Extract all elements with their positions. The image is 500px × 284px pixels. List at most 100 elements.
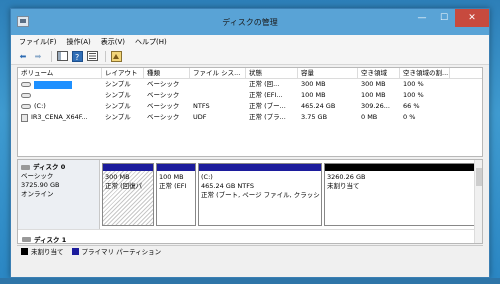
volume-type: ベーシック: [147, 113, 180, 121]
volume-free-percent: 0 %: [403, 113, 416, 121]
volume-capacity: 465.24 GB: [301, 102, 336, 110]
volume-free-percent: 66 %: [403, 102, 420, 110]
partition-efi[interactable]: 100 MB 正常 (EFI: [156, 163, 196, 226]
partition-recovery[interactable]: 300 MB 正常 (回復パ: [102, 163, 154, 226]
volume-capacity: 3.75 GB: [301, 113, 328, 121]
volume-free-percent: 100 %: [403, 91, 424, 99]
volume-name: IR3_CENA_X64F...: [31, 113, 88, 121]
volume-row[interactable]: シンプル ベーシック 正常 (回... 300 MB 300 MB 100 %: [18, 79, 482, 90]
disk-map-scrollbar[interactable]: [474, 160, 482, 243]
volume-free-space: 300 MB: [361, 80, 386, 88]
minimize-button[interactable]: —: [411, 9, 433, 27]
partition-size: 3260.26 GB: [327, 173, 366, 181]
partition-header: [325, 164, 479, 171]
disk-0-row[interactable]: ディスク 0 ベーシック 3725.90 GB オンライン 300 MB 正常 …: [18, 160, 482, 230]
disk-0-kind: ベーシック: [21, 172, 54, 180]
volume-layout: シンプル: [105, 91, 131, 99]
menu-bar: ファイル(F) 操作(A) 表示(V) ヘルプ(H): [11, 35, 489, 48]
maximize-button[interactable]: ☐: [433, 9, 455, 27]
volume-layout: シンプル: [105, 102, 131, 110]
volume-filesystem: [190, 79, 246, 90]
menu-file[interactable]: ファイル(F): [19, 37, 57, 47]
menu-help[interactable]: ヘルプ(H): [135, 37, 167, 47]
volume-capacity: 100 MB: [301, 91, 326, 99]
disk-management-app-icon: [17, 16, 29, 27]
volume-filesystem: [190, 90, 246, 101]
legend: 未割り当て プライマリ パーティション: [17, 245, 483, 256]
volume-filesystem: UDF: [193, 113, 207, 121]
column-type[interactable]: 種類: [144, 68, 190, 78]
column-filesystem[interactable]: ファイル シス...: [190, 68, 246, 78]
disk-0-name: ディスク 0: [33, 163, 66, 171]
volume-row[interactable]: IR3_CENA_X64F... シンプル ベーシック UDF 正常 (プラ..…: [18, 112, 482, 123]
volume-drive-icon: [21, 93, 31, 98]
volume-drive-icon: [21, 104, 31, 109]
partition-size: 465.24 GB NTFS: [201, 182, 254, 190]
partition-header: [199, 164, 321, 171]
volume-type: ベーシック: [147, 80, 180, 88]
menu-view[interactable]: 表示(V): [101, 37, 125, 47]
disk-0-partitions: 300 MB 正常 (回復パ 100 MB 正常 (EFI (C:) 465.2…: [100, 160, 482, 229]
column-free-percent[interactable]: 空き領域の割...: [400, 68, 450, 78]
disk-1-name: ディスク 1: [34, 236, 67, 244]
disk-map: ディスク 0 ベーシック 3725.90 GB オンライン 300 MB 正常 …: [17, 159, 483, 244]
taskbar: [0, 278, 500, 284]
disk-management-window: ディスクの管理 — ☐ ✕ ファイル(F) 操作(A) 表示(V) ヘルプ(H)…: [10, 8, 490, 278]
volume-type: ベーシック: [147, 102, 180, 110]
close-button[interactable]: ✕: [455, 9, 489, 27]
toolbar-separator: [51, 50, 52, 62]
volume-layout: シンプル: [105, 113, 131, 121]
volume-row[interactable]: シンプル ベーシック 正常 (EFI... 100 MB 100 MB 100 …: [18, 90, 482, 101]
volume-status: 正常 (回...: [249, 80, 280, 88]
volume-type: ベーシック: [147, 91, 180, 99]
forward-arrow-icon[interactable]: ➡: [32, 50, 44, 62]
partition-header: [103, 164, 153, 171]
column-layout[interactable]: レイアウト: [102, 68, 144, 78]
optical-drive-icon: [21, 113, 28, 122]
volume-status: 正常 (ブー...: [249, 102, 286, 110]
back-arrow-icon[interactable]: ⬅: [17, 50, 29, 62]
volume-list: ボリューム レイアウト 種類 ファイル シス... 状態 容量 空き領域 空き領…: [17, 67, 483, 157]
scrollbar-thumb[interactable]: [476, 168, 482, 186]
disk-0-size: 3725.90 GB: [21, 181, 60, 189]
disk-icon: [21, 165, 30, 170]
disk-0-info[interactable]: ディスク 0 ベーシック 3725.90 GB オンライン: [18, 160, 100, 229]
volume-free-percent: 100 %: [403, 80, 424, 88]
help-icon[interactable]: ?: [71, 50, 83, 62]
column-capacity[interactable]: 容量: [298, 68, 358, 78]
partition-header: [157, 164, 195, 171]
title-bar: ディスクの管理 — ☐ ✕: [11, 9, 489, 35]
volume-free-space: 0 MB: [361, 113, 378, 121]
console-tree-icon[interactable]: [56, 50, 68, 62]
disk-0-state: オンライン: [21, 190, 54, 198]
partition-status: 正常 (回復パ: [105, 182, 143, 190]
volume-status: 正常 (EFI...: [249, 91, 283, 99]
partition-c[interactable]: (C:) 465.24 GB NTFS 正常 (ブート, ページ ファイル, ク…: [198, 163, 322, 226]
unallocated-legend-swatch: [21, 247, 28, 255]
toolbar-separator: [105, 50, 106, 62]
menu-action[interactable]: 操作(A): [67, 37, 91, 47]
svg-text:?: ?: [75, 53, 79, 62]
volume-capacity: 300 MB: [301, 80, 326, 88]
volume-status: 正常 (プラ...: [249, 113, 286, 121]
legend-primary: プライマリ パーティション: [81, 248, 162, 256]
window-controls: — ☐ ✕: [411, 9, 489, 27]
partition-size: 100 MB: [159, 173, 184, 181]
properties-icon[interactable]: [86, 50, 98, 62]
volume-name: [34, 80, 72, 89]
partition-unallocated[interactable]: 3260.26 GB 未割り当て: [324, 163, 480, 226]
column-status[interactable]: 状態: [246, 68, 298, 78]
volume-drive-icon: [21, 82, 31, 87]
partition-status: 正常 (EFI: [159, 182, 187, 190]
column-volume[interactable]: ボリューム: [18, 68, 102, 78]
partition-title: (C:): [201, 173, 213, 181]
volume-list-header: ボリューム レイアウト 種類 ファイル シス... 状態 容量 空き領域 空き領…: [18, 68, 482, 79]
column-free-space[interactable]: 空き領域: [358, 68, 400, 78]
partition-status: 未割り当て: [327, 182, 360, 190]
partition-size: 300 MB: [105, 173, 130, 181]
volume-layout: シンプル: [105, 80, 131, 88]
volume-filesystem: NTFS: [193, 102, 210, 110]
rescan-disks-icon[interactable]: [110, 50, 122, 62]
volume-row[interactable]: (C:) シンプル ベーシック NTFS 正常 (ブー... 465.24 GB…: [18, 101, 482, 112]
disk-icon: [22, 236, 31, 242]
